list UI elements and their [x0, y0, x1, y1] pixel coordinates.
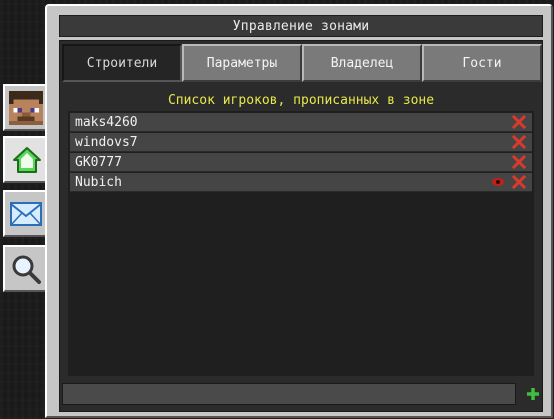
window-title: Управление зонами: [59, 15, 543, 37]
side-tab-player[interactable]: [3, 84, 46, 131]
content-panel: Строители Параметры Владелец Гости Списо…: [59, 40, 543, 412]
tab-bar: Строители Параметры Владелец Гости: [62, 44, 542, 82]
player-name: GK0777: [75, 154, 122, 170]
remove-player-button[interactable]: [511, 154, 527, 170]
player-name: windovs7: [75, 134, 138, 150]
player-row[interactable]: GK0777: [70, 153, 532, 172]
eye-icon: [492, 178, 504, 186]
zone-management-window: Управление зонами Строители Параметры Вл…: [45, 4, 553, 418]
player-head-icon: [8, 90, 43, 125]
tab-guests[interactable]: Гости: [422, 44, 542, 82]
player-row[interactable]: windovs7: [70, 133, 532, 152]
home-icon: [13, 146, 41, 173]
player-name: Nubich: [75, 174, 122, 190]
visibility-toggle[interactable]: [491, 176, 505, 188]
tab-parameters[interactable]: Параметры: [182, 44, 302, 82]
mail-icon: [9, 201, 42, 226]
close-icon: [512, 155, 526, 169]
side-tab-mail[interactable]: [3, 190, 46, 237]
player-name-input[interactable]: [62, 383, 516, 405]
close-icon: [512, 175, 526, 189]
remove-player-button[interactable]: [511, 174, 527, 190]
side-tab-home[interactable]: [3, 136, 49, 183]
player-row[interactable]: Nubich: [70, 173, 532, 192]
tab-owner[interactable]: Владелец: [302, 44, 422, 82]
tab-builders[interactable]: Строители: [62, 44, 182, 82]
player-row[interactable]: maks4260: [70, 113, 532, 132]
player-name: maks4260: [75, 114, 138, 130]
list-title: Список игроков, прописанных в зоне: [167, 93, 435, 108]
side-tab-search[interactable]: [3, 245, 46, 292]
magnifier-icon: [12, 255, 41, 284]
player-list: maks4260 windovs7 GK0777 Nubich: [68, 111, 534, 376]
close-icon: [512, 135, 526, 149]
close-icon: [512, 115, 526, 129]
add-player-button[interactable]: [525, 386, 541, 402]
remove-player-button[interactable]: [511, 114, 527, 130]
remove-player-button[interactable]: [511, 134, 527, 150]
plus-icon: [527, 388, 539, 400]
